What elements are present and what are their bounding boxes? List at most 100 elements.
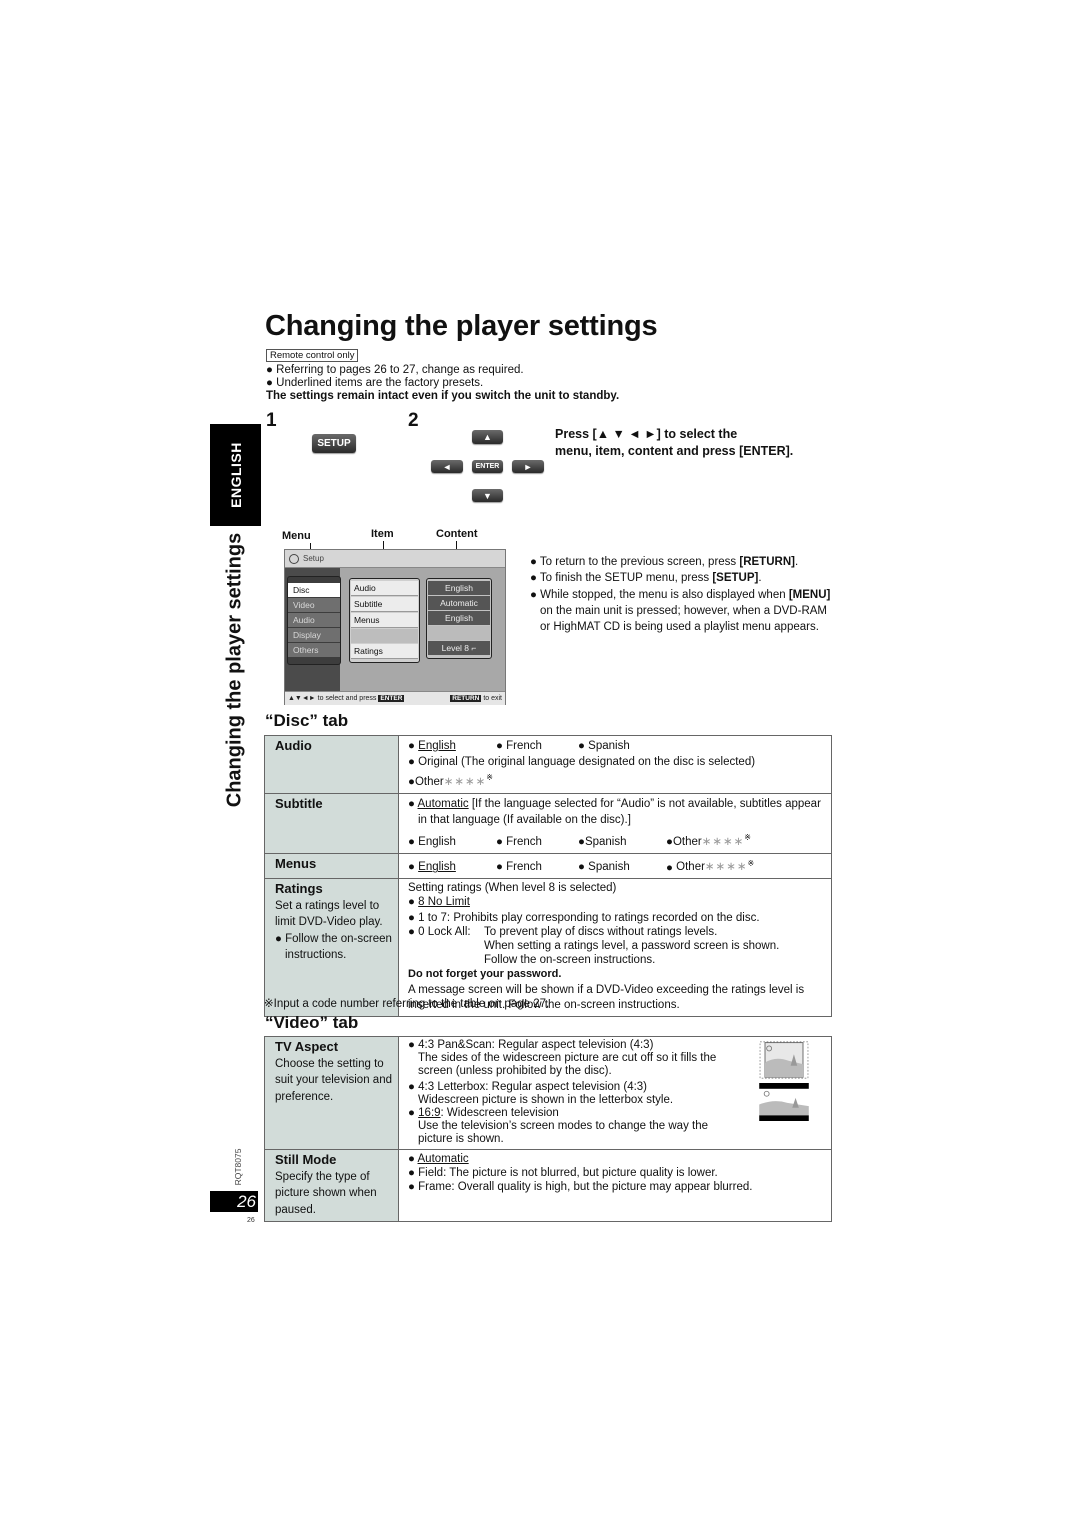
widescreen-desc: Use the television’s screen modes to cha…: [418, 1120, 709, 1145]
osd-return-tag: RETURN: [450, 695, 482, 702]
row-label-still-mode: Still Mode: [275, 1152, 337, 1167]
reference-mark: ※: [486, 773, 493, 782]
still-automatic-default: Automatic: [417, 1153, 469, 1165]
step-1-number: 1: [266, 410, 277, 431]
model-code: RQT8075: [228, 1145, 248, 1189]
osd-content-ratings[interactable]: Level 8 ⌐: [428, 641, 490, 655]
left-arrow-button[interactable]: ◄: [431, 460, 463, 473]
option-other: Other: [676, 861, 705, 874]
language-tab: ENGLISH: [210, 424, 261, 526]
osd-item-audio[interactable]: Audio: [351, 581, 418, 596]
osd-item-subtitle[interactable]: Subtitle: [351, 597, 418, 612]
option-other: Other: [672, 835, 702, 848]
down-arrow-button[interactable]: ▼: [472, 489, 503, 502]
osd-content-audio[interactable]: English: [428, 581, 490, 595]
down-arrow-icon: ▼: [483, 490, 492, 501]
option-automatic-desc: [If the language selected for “Audio” is…: [418, 797, 821, 826]
ratings-no-limit-default: 8 No Limit: [418, 896, 470, 909]
tv-aspect-description: Choose the setting to suit your televisi…: [275, 1057, 392, 1103]
side-section-title-text: Changing the player settings: [223, 532, 246, 808]
intro-bold-note: The settings remain intact even if you s…: [266, 390, 620, 402]
option-french: French: [506, 861, 542, 874]
page-number-small: 26: [247, 1217, 255, 1224]
footnote: ※Input a code number referring to the ta…: [264, 998, 550, 1010]
intro-bullet: ● Referring to pages 26 to 27, change as…: [266, 364, 524, 376]
pan-scan-title: 4:3 Pan&Scan: Regular aspect television …: [418, 1039, 654, 1051]
option-spanish: Spanish: [588, 861, 630, 874]
pan-scan-illustration: [759, 1041, 809, 1079]
page-number: 26: [210, 1191, 258, 1212]
letterbox-desc: Widescreen picture is shown in the lette…: [418, 1094, 674, 1106]
row-label-tv-aspect: TV Aspect: [275, 1039, 339, 1054]
osd-label-item: Item: [371, 528, 394, 540]
osd-menu-item-display[interactable]: Display: [288, 628, 340, 642]
setup-clock-icon: [289, 553, 299, 564]
ratings-lock-all-desc: To prevent play of discs without ratings…: [484, 926, 718, 939]
note-item: ● While stopped, the menu is also displa…: [530, 588, 831, 634]
option-english-default: English: [418, 861, 456, 874]
video-tab-heading: “Video” tab: [265, 1013, 359, 1032]
ratings-1-to-7: 1 to 7: Prohibits play corresponding to …: [418, 912, 760, 925]
row-label-ratings: Ratings: [275, 881, 323, 897]
widescreen-title: : Widescreen television: [440, 1107, 559, 1119]
table-row-menus: Menus ● English ● French ● Spanish ● Other∗…: [264, 852, 832, 880]
osd-content-column: English Automatic English Level 8 ⌐: [426, 578, 492, 659]
setup-button[interactable]: SETUP: [312, 434, 356, 453]
row-label-subtitle: Subtitle: [275, 795, 323, 811]
osd-enter-tag: ENTER: [378, 695, 405, 702]
letterbox-illustration: [759, 1083, 809, 1121]
osd-menu-item-disc[interactable]: Disc: [288, 583, 340, 597]
ratings-intro: Setting ratings (When level 8 is selecte…: [408, 882, 617, 895]
instruction-line: menu, item, content and press [ENTER].: [555, 444, 794, 458]
letterbox-title: 4:3 Letterbox: Regular aspect television…: [418, 1081, 648, 1093]
osd-item-column: Audio Subtitle Menus Ratings: [349, 578, 420, 663]
osd-footer-exit: to exit: [483, 695, 502, 702]
osd-header-text: Setup: [303, 554, 324, 563]
step-2-instruction: Press [▲ ▼ ◄ ►] to select the menu, item…: [555, 426, 793, 460]
video-tab-table: TV Aspect Choose the setting to suit you…: [264, 1036, 832, 1222]
note-item: ● To return to the previous screen, pres…: [530, 556, 799, 568]
table-row-still-mode: Still Mode Specify the type of picture s…: [264, 1149, 832, 1222]
osd-menu-column: Disc Video Audio Display Others: [287, 576, 341, 665]
up-arrow-button[interactable]: ▲: [472, 430, 503, 444]
remote-control-only-badge: Remote control only: [266, 349, 359, 362]
intro-text: ● Referring to pages 26 to 27, change as…: [266, 364, 619, 403]
ratings-lock-all-label: 0 Lock All:: [418, 926, 471, 939]
right-arrow-button[interactable]: ►: [512, 460, 544, 473]
ratings-lock-all-desc: Follow the on-screen instructions.: [484, 954, 656, 967]
page-title: Changing the player settings: [265, 310, 658, 342]
osd-menu-item-video[interactable]: Video: [288, 598, 340, 612]
row-label-audio: Audio: [275, 738, 312, 753]
enter-button[interactable]: ENTER: [472, 460, 503, 473]
pan-scan-desc: The sides of the widescreen picture are …: [418, 1052, 717, 1077]
osd-item-menus[interactable]: Menus: [351, 613, 418, 628]
left-arrow-icon: ◄: [442, 461, 452, 472]
widescreen-key-default: 16:9: [418, 1107, 441, 1119]
ratings-hint: ● Follow the on-screen instructions.: [275, 932, 392, 962]
setup-notes: ● To return to the previous screen, pres…: [530, 554, 835, 635]
option-automatic-default: Automatic: [417, 797, 469, 810]
code-placeholder: ∗∗∗∗: [443, 775, 487, 788]
osd-content-subtitle[interactable]: Automatic: [428, 596, 490, 610]
right-arrow-icon: ►: [523, 461, 533, 472]
intro-bullet: ● Underlined items are the factory prese…: [266, 377, 484, 389]
osd-label-menu: Menu: [282, 530, 311, 542]
table-row-tv-aspect: TV Aspect Choose the setting to suit you…: [264, 1036, 832, 1150]
still-frame: Frame: Overall quality is high, but the …: [418, 1181, 753, 1193]
model-code-text: RQT8075: [233, 1148, 243, 1186]
ratings-lock-all-desc: When setting a ratings level, a password…: [484, 940, 780, 953]
osd-menu-item-others[interactable]: Others: [288, 643, 340, 657]
osd-label-content: Content: [436, 528, 478, 540]
note-item: ● To finish the SETUP menu, press [SETUP…: [530, 572, 762, 585]
disc-tab-table: Audio ● English ● French ● Spanish ● Origi…: [264, 735, 832, 1018]
language-tab-label: ENGLISH: [227, 442, 244, 508]
osd-menu-item-audio[interactable]: Audio: [288, 613, 340, 627]
osd-content-menus[interactable]: English: [428, 611, 490, 625]
disc-tab-heading: “Disc” tab: [265, 711, 349, 730]
table-row-audio: Audio ● English ● French ● Spanish ● Origi…: [264, 735, 832, 794]
osd-item-ratings[interactable]: Ratings: [351, 644, 418, 659]
ratings-description: Set a ratings level to limit DVD-Video p…: [275, 899, 383, 929]
option-english-default: English: [418, 740, 456, 752]
step-2-number: 2: [408, 410, 419, 431]
osd-footer: ▲▼◄► to select and press ENTER RETURN to…: [285, 691, 505, 705]
